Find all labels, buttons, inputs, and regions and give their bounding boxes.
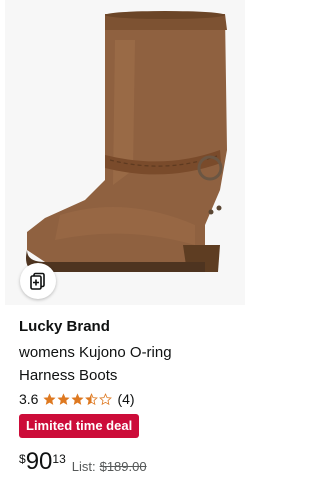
star-empty-icon (99, 392, 113, 405)
star-rating (43, 392, 113, 406)
star-full-icon (57, 392, 71, 405)
product-title-line: Harness Boots (19, 367, 118, 384)
list-price-label: List: (71, 459, 96, 474)
price-currency: $ (19, 452, 26, 466)
product-brand: Lucky Brand (19, 318, 110, 335)
compare-cards-icon (30, 272, 45, 290)
price-fraction: 13 (52, 452, 66, 466)
list-price: $189.00 (99, 459, 147, 474)
star-half-icon (85, 392, 99, 405)
price-row: $ 90 13 List: $189.00 (19, 448, 147, 476)
product-title-line: womens Kujono O-ring (19, 344, 172, 361)
star-full-icon (43, 392, 57, 405)
boot-image (26, 11, 227, 272)
deal-badge: Limited time deal (19, 414, 140, 438)
rating-row[interactable]: 3.6 (4) (19, 389, 135, 409)
product-image[interactable] (5, 0, 245, 305)
compare-button[interactable] (20, 263, 56, 299)
product-title[interactable]: womens Kujono O-ring Harness Boots (19, 341, 239, 387)
review-count[interactable]: (4) (117, 391, 134, 407)
product-card[interactable]: Lucky Brand womens Kujono O-ring Harness… (5, 0, 245, 480)
price-whole: 90 (25, 448, 53, 475)
rating-value: 3.6 (19, 391, 39, 407)
star-full-icon (71, 392, 85, 405)
